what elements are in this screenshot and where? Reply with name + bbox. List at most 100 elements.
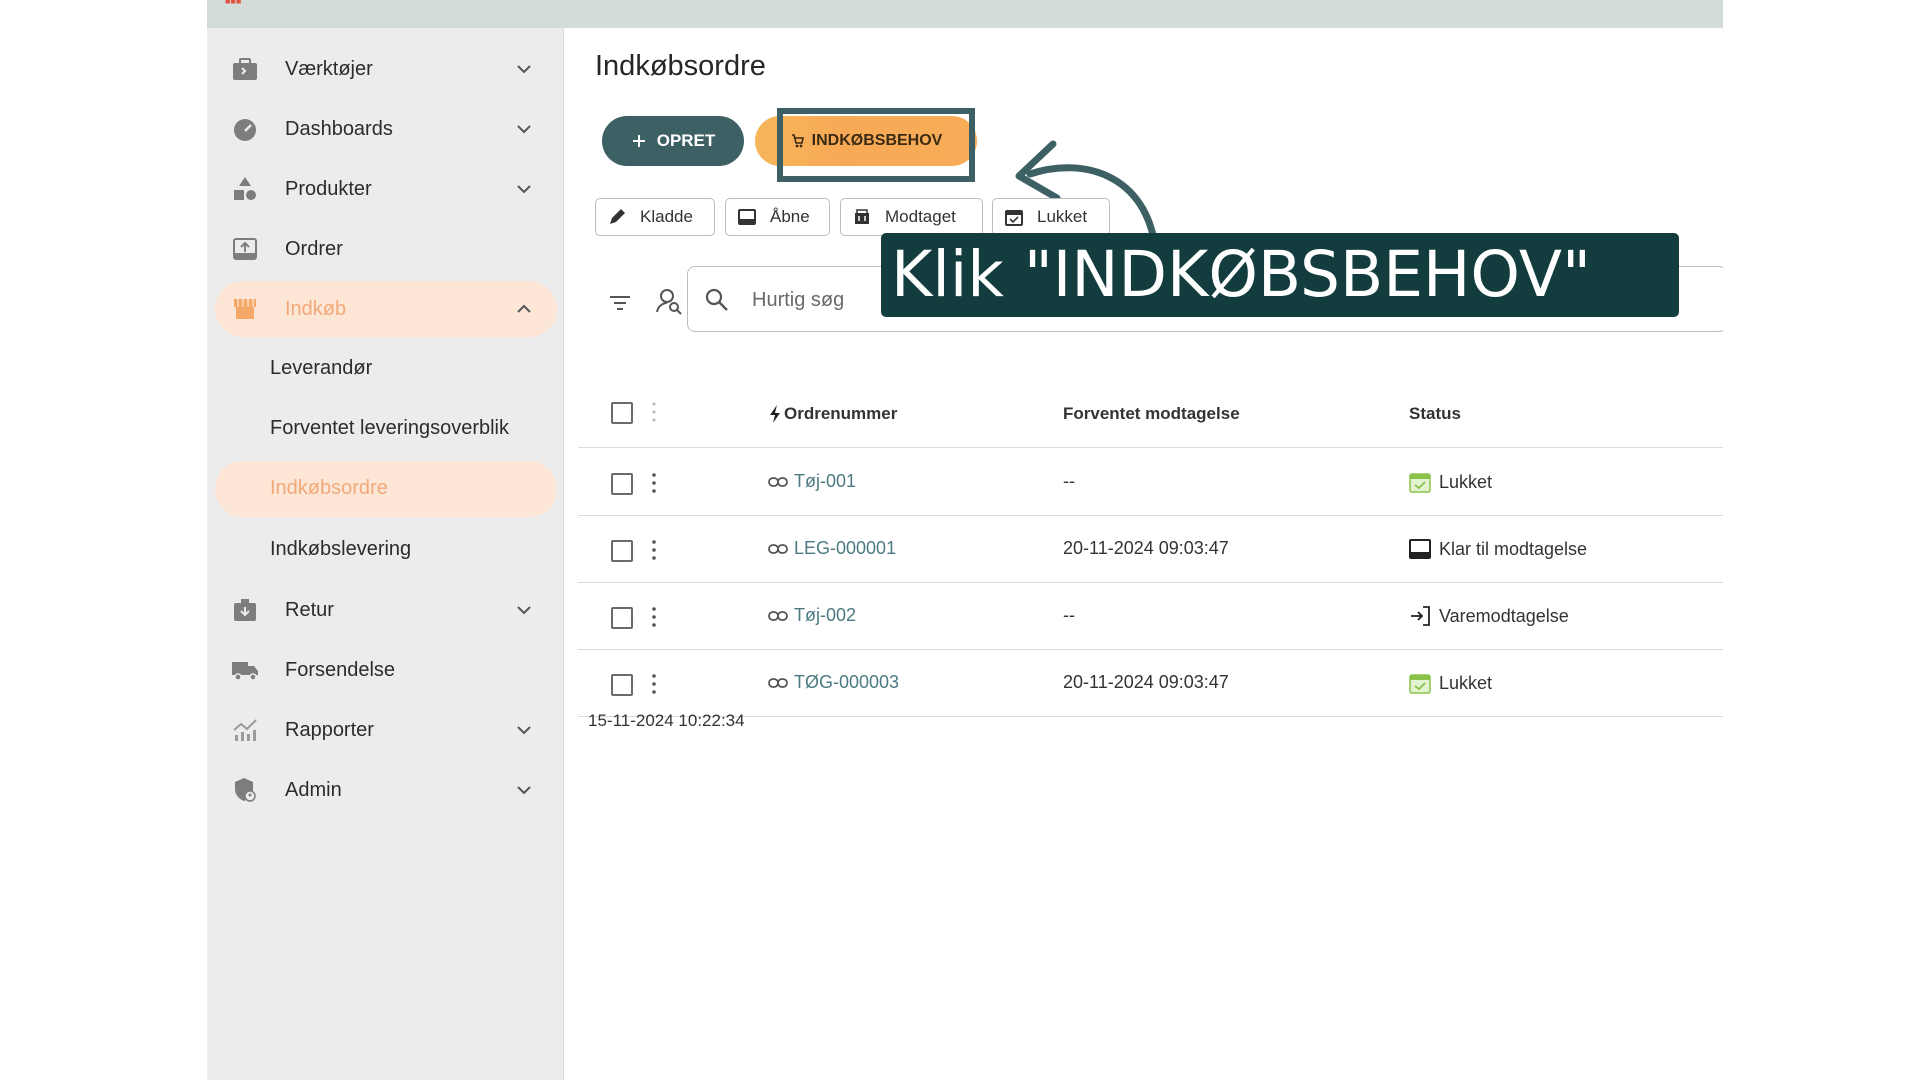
- header-status[interactable]: Status: [1409, 404, 1461, 424]
- chip-label: Lukket: [1037, 207, 1088, 226]
- chevron-down-icon[interactable]: [513, 599, 535, 621]
- sidebar-item-label: Rapporter: [285, 718, 374, 741]
- row-menu-icon[interactable]: [651, 605, 657, 629]
- order-number: Tøj-001: [794, 471, 857, 491]
- table-row[interactable]: Tøj-001 -- Lukket: [578, 449, 1723, 516]
- table-header: Ordrenummer Forventet modtagelse Status: [578, 378, 1723, 448]
- search-placeholder: Hurtig søg: [752, 289, 845, 311]
- chip-aabne[interactable]: Åbne: [725, 198, 830, 236]
- sidebar-subitem-label: Leverandør: [270, 357, 373, 379]
- sidebar-subitem-forventet-leveringsoverblik[interactable]: Forventet leveringsoverblik: [215, 401, 557, 457]
- sidebar-subitem-label: Indkøbsordre: [270, 477, 388, 499]
- sidebar-item-label: Retur: [285, 598, 334, 621]
- purchase-need-button-label: INDKØBSBEHOV: [811, 132, 943, 149]
- row-menu-icon[interactable]: [651, 538, 657, 562]
- row-menu-icon[interactable]: [651, 672, 657, 696]
- app-logo-icon: ■■■: [225, 0, 242, 6]
- sidebar-subitem-leverandor[interactable]: Leverandør: [215, 341, 557, 397]
- row-checkbox[interactable]: [611, 674, 633, 696]
- inbox-icon: [1409, 539, 1431, 559]
- footer-timestamp: 15-11-2024 10:22:34: [588, 711, 745, 730]
- main-content: Indkøbsordre OPRET INDKØBSBEHOV Kladde Å…: [565, 28, 1723, 1080]
- sidebar-item-vaerktojer[interactable]: Værktøjer: [215, 41, 557, 97]
- inbox-icon: [738, 209, 756, 225]
- table-row[interactable]: LEG-000001 20-11-2024 09:03:47 Klar til …: [578, 516, 1723, 583]
- filter-icon[interactable]: [607, 290, 633, 316]
- chip-modtaget[interactable]: Modtaget: [840, 198, 983, 236]
- chip-lukket[interactable]: Lukket: [992, 198, 1110, 236]
- sidebar-item-indkob[interactable]: Indkøb: [215, 281, 557, 337]
- status-cell: Lukket: [1409, 471, 1492, 493]
- chip-label: Åbne: [770, 207, 810, 226]
- row-checkbox[interactable]: [611, 473, 633, 495]
- sidebar-subitem-indkobsordre[interactable]: Indkøbsordre: [215, 461, 557, 517]
- row-checkbox[interactable]: [611, 607, 633, 629]
- shield-user-icon: [231, 776, 259, 804]
- order-link[interactable]: TØG-000003: [768, 672, 899, 693]
- chip-label: Kladde: [640, 207, 693, 226]
- sidebar-item-rapporter[interactable]: Rapporter: [215, 702, 557, 758]
- order-link[interactable]: Tøj-002: [768, 605, 856, 626]
- select-all-checkbox[interactable]: [611, 402, 633, 424]
- expected-receipt: --: [1063, 471, 1075, 491]
- chevron-down-icon[interactable]: [513, 178, 535, 200]
- chevron-up-icon[interactable]: [513, 298, 535, 320]
- shapes-icon: [231, 175, 259, 203]
- header-expected-receipt[interactable]: Forventet modtagelse: [1063, 404, 1240, 424]
- truck-icon: [231, 656, 259, 684]
- lightning-icon: [770, 405, 780, 423]
- chart-icon: [231, 716, 259, 744]
- link-icon: [768, 543, 788, 554]
- status-cell: Klar til modtagelse: [1409, 538, 1587, 560]
- status-text: Lukket: [1439, 471, 1493, 492]
- search-icon: [705, 288, 728, 311]
- gauge-icon: [231, 115, 259, 143]
- create-button-label: OPRET: [656, 131, 716, 150]
- expected-receipt: 20-11-2024 09:03:47: [1063, 672, 1229, 692]
- toolbox-icon: [231, 55, 259, 83]
- sidebar-item-forsendelse[interactable]: Forsendelse: [215, 642, 557, 698]
- status-text: Klar til modtagelse: [1439, 538, 1588, 559]
- sidebar-item-label: Produkter: [285, 177, 372, 200]
- sidebar-item-ordrer[interactable]: Ordrer: [215, 221, 557, 277]
- row-menu-icon[interactable]: [651, 471, 657, 495]
- sidebar-item-produkter[interactable]: Produkter: [215, 161, 557, 217]
- chevron-down-icon[interactable]: [513, 118, 535, 140]
- calendar-check-icon: [1409, 674, 1431, 694]
- order-number: Tøj-002: [794, 605, 857, 625]
- cart-icon: [791, 134, 804, 148]
- chevron-down-icon[interactable]: [513, 58, 535, 80]
- header-label: Ordrenummer: [784, 404, 898, 423]
- sidebar-subitem-label: Forventet leveringsoverblik: [270, 417, 509, 439]
- chip-kladde[interactable]: Kladde: [595, 198, 715, 236]
- chevron-down-icon[interactable]: [513, 719, 535, 741]
- chevron-down-icon[interactable]: [513, 779, 535, 801]
- sidebar-item-admin[interactable]: Admin: [215, 762, 557, 818]
- sidebar-subitem-label: Indkøbslevering: [270, 538, 412, 560]
- link-icon: [768, 610, 788, 621]
- sidebar-item-dashboards[interactable]: Dashboards: [215, 101, 557, 157]
- status-cell: Lukket: [1409, 672, 1492, 694]
- expected-receipt: --: [1063, 605, 1075, 625]
- purchase-need-button[interactable]: INDKØBSBEHOV: [755, 116, 977, 166]
- order-number: TØG-000003: [794, 672, 900, 692]
- order-link[interactable]: Tøj-001: [768, 471, 856, 492]
- status-cell: Varemodtagelse: [1409, 605, 1569, 627]
- sidebar-item-retur[interactable]: Retur: [215, 582, 557, 638]
- sidebar-subitem-indkobslevering[interactable]: Indkøbslevering: [215, 522, 557, 578]
- instruction-callout: Klik "INDKØBSBEHOV": [881, 233, 1679, 317]
- table-row[interactable]: TØG-000003 20-11-2024 09:03:47 Lukket: [578, 650, 1723, 717]
- user-search-icon[interactable]: [655, 286, 683, 316]
- calendar-check-icon: [1409, 473, 1431, 493]
- header-order-number[interactable]: Ordrenummer: [768, 404, 897, 424]
- login-icon: [1411, 606, 1430, 626]
- row-checkbox[interactable]: [611, 540, 633, 562]
- plus-icon: [632, 135, 645, 147]
- sidebar-item-label: Forsendelse: [285, 658, 396, 681]
- create-button[interactable]: OPRET: [602, 116, 744, 166]
- table-row[interactable]: Tøj-002 -- Varemodtagelse: [578, 583, 1723, 650]
- link-icon: [768, 476, 788, 487]
- status-text: Lukket: [1439, 672, 1493, 693]
- order-link[interactable]: LEG-000001: [768, 538, 896, 559]
- column-menu-icon[interactable]: [651, 400, 657, 424]
